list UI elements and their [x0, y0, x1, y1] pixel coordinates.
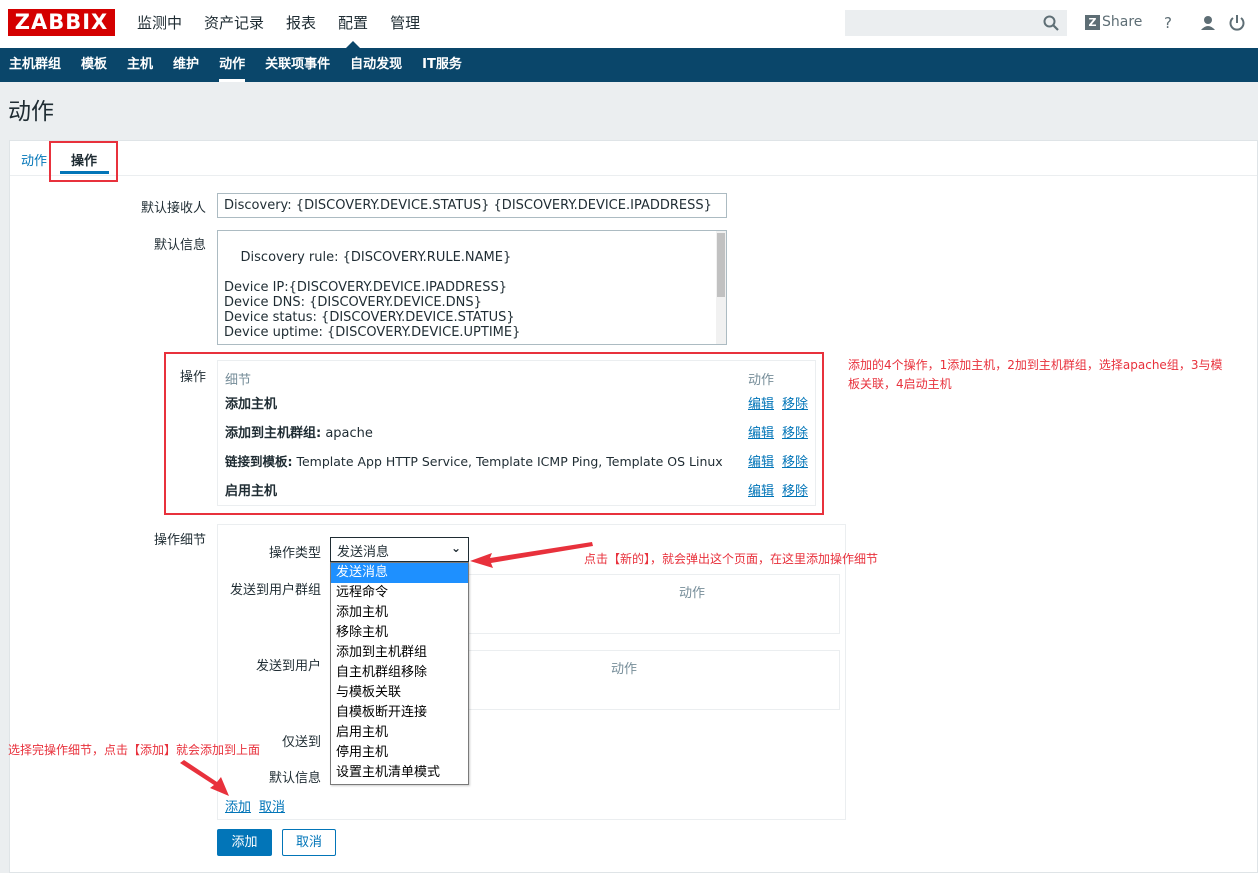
top-header: ZABBIX 监测中 资产记录 报表 配置 管理 Z Share ? — [0, 0, 1258, 48]
users-grid-action-header: 动作 — [611, 662, 638, 677]
sub-menu-bar: 主机群组 模板 主机 维护 动作 关联项事件 自动发现 IT服务 — [0, 48, 1258, 82]
details-add-link[interactable]: 添加 — [225, 796, 251, 815]
tab-action[interactable]: 动作 — [21, 150, 47, 169]
send-to-groups-label: 发送到用户群组 — [229, 583, 321, 598]
dropdown-option-enable-host[interactable]: 启用主机 — [331, 723, 468, 743]
groups-grid-action-header: 动作 — [679, 586, 706, 601]
operation-type-select[interactable]: 发送消息 ⌄ — [330, 537, 469, 562]
tab-bar: 动作 操作 — [10, 141, 1257, 176]
submenu-host-groups[interactable]: 主机群组 — [0, 48, 71, 82]
annotation-box-operations — [164, 352, 824, 515]
dropdown-option-remove-host[interactable]: 移除主机 — [331, 623, 468, 643]
submenu-hosts[interactable]: 主机 — [117, 48, 163, 82]
menu-monitoring[interactable]: 监测中 — [126, 0, 193, 48]
add-button[interactable]: 添加 — [217, 829, 272, 856]
main-menu: 监测中 资产记录 报表 配置 管理 — [126, 0, 431, 48]
submenu-correlation[interactable]: 关联项事件 — [255, 48, 340, 82]
dropdown-option-remove-from-group[interactable]: 自主机群组移除 — [331, 663, 468, 683]
scrollbar-thumb[interactable] — [717, 233, 725, 297]
user-icon[interactable] — [1198, 13, 1218, 33]
page-title: 动作 — [8, 99, 54, 125]
dropdown-option-unlink-template[interactable]: 自模板断开连接 — [331, 703, 468, 723]
menu-administration[interactable]: 管理 — [379, 0, 431, 48]
details-cancel-link[interactable]: 取消 — [259, 796, 285, 815]
submenu-actions[interactable]: 动作 — [209, 48, 255, 82]
menu-inventory[interactable]: 资产记录 — [193, 0, 275, 48]
submenu-maintenance[interactable]: 维护 — [163, 48, 209, 82]
submenu-discovery[interactable]: 自动发现 — [340, 48, 412, 82]
annotation-box-tab — [49, 141, 118, 182]
dropdown-option-link-template[interactable]: 与模板关联 — [331, 683, 468, 703]
menu-reports[interactable]: 报表 — [275, 0, 327, 48]
submenu-templates[interactable]: 模板 — [71, 48, 117, 82]
default-recipient-label: 默认接收人 — [140, 201, 206, 216]
cancel-button[interactable]: 取消 — [282, 829, 336, 856]
power-icon[interactable] — [1227, 13, 1247, 33]
operation-details-label: 操作细节 — [153, 533, 206, 548]
share-button[interactable]: Z Share — [1085, 14, 1142, 30]
default-recipient-input[interactable]: Discovery: {DISCOVERY.DEVICE.STATUS} {DI… — [217, 193, 727, 218]
help-icon[interactable]: ? — [1158, 13, 1178, 33]
default-message-label: 默认信息 — [153, 238, 206, 253]
dropdown-option-add-host[interactable]: 添加主机 — [331, 603, 468, 623]
dropdown-option-remote-command[interactable]: 远程命令 — [331, 583, 468, 603]
chevron-down-icon: ⌄ — [450, 541, 461, 555]
annotation-add-note: 选择完操作细节，点击【添加】就会添加到上面 — [8, 743, 261, 757]
zabbix-logo[interactable]: ZABBIX — [8, 9, 115, 36]
operation-type-dropdown[interactable]: 发送消息 远程命令 添加主机 移除主机 添加到主机群组 自主机群组移除 与模板关… — [330, 562, 469, 785]
default-message-text: Discovery rule: {DISCOVERY.RULE.NAME} De… — [224, 250, 521, 340]
send-to-users-label: 发送到用户 — [255, 659, 321, 674]
op-type-label: 操作类型 — [268, 546, 321, 561]
textarea-scrollbar[interactable] — [716, 231, 726, 344]
operation-type-value: 发送消息 — [337, 545, 390, 560]
search-icon[interactable] — [1042, 14, 1060, 32]
annotation-dropdown-note: 点击【新的】，就会弹出这个页面，在这里添加操作细节 — [584, 552, 879, 566]
default-message-textarea[interactable]: Discovery rule: {DISCOVERY.RULE.NAME} De… — [217, 230, 727, 345]
share-icon: Z — [1085, 14, 1100, 30]
dropdown-option-add-to-group[interactable]: 添加到主机群组 — [331, 643, 468, 663]
dropdown-option-inventory-mode[interactable]: 设置主机清单模式 — [331, 763, 468, 783]
dropdown-option-disable-host[interactable]: 停用主机 — [331, 743, 468, 763]
share-label: Share — [1102, 14, 1143, 30]
submenu-it-services[interactable]: IT服务 — [412, 48, 472, 82]
menu-configuration[interactable]: 配置 — [327, 0, 379, 48]
dropdown-option-send-message[interactable]: 发送消息 — [331, 563, 468, 583]
details-default-message-label: 默认信息 — [268, 771, 321, 786]
annotation-ops-note: 添加的4个操作，1添加主机，2加到主机群组，选择apache组，3与模 板关联，… — [848, 358, 1223, 391]
sub-menu: 主机群组 模板 主机 维护 动作 关联项事件 自动发现 IT服务 — [0, 48, 1258, 82]
search-input[interactable] — [845, 10, 1067, 36]
